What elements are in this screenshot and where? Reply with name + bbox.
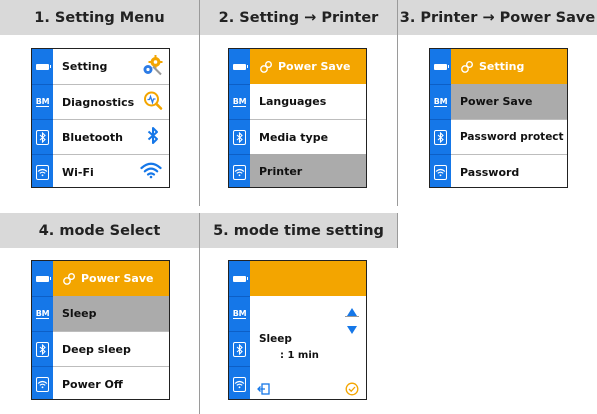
menu-item-power-off[interactable]: Power Off (53, 366, 169, 399)
menu-item-password[interactable]: Password (451, 154, 567, 187)
menu-item-label: Power Save (460, 95, 533, 108)
divider (397, 213, 398, 248)
bluetooth-status-icon (430, 119, 451, 154)
icon-rail: BM (430, 49, 451, 187)
value-up-button[interactable] (346, 302, 358, 316)
divider (397, 0, 398, 206)
wifi-status-icon (32, 154, 53, 187)
bm-icon: BM (229, 296, 250, 331)
menu-item-power-save[interactable]: Power Save (451, 84, 567, 119)
bm-icon: BM (32, 84, 53, 119)
menu-item-label: Setting (62, 60, 108, 73)
screen-mode-time: BM Sleep : 1 min (228, 260, 367, 400)
mode-label: Sleep (259, 333, 292, 345)
gear-icon (62, 272, 76, 286)
menu-item-label: Password (460, 165, 520, 179)
bluetooth-status-icon (229, 119, 250, 154)
arrow-divider (345, 316, 359, 317)
menu-item-label: Bluetooth (62, 130, 123, 144)
step4-header: 4. mode Select (0, 213, 199, 248)
menu-item-label: Diagnostics (62, 95, 135, 109)
wifi-icon (140, 162, 162, 182)
bm-icon: BM (430, 84, 451, 119)
mode-time-value: : 1 min (280, 350, 319, 361)
icon-rail: BM (229, 261, 250, 399)
menu-item-label: Media type (259, 130, 329, 144)
menu-item-printer[interactable]: Printer (250, 154, 366, 187)
menu-item-label: Sleep (62, 307, 97, 320)
step2-header: 2. Setting → Printer (200, 0, 397, 35)
battery-icon (229, 261, 250, 296)
menu-item-label: Wi-Fi (62, 165, 94, 179)
gear-icon (460, 60, 474, 74)
screen-title-bar (250, 261, 366, 296)
step1-header: 1. Setting Menu (0, 0, 199, 35)
menu-item-bluetooth[interactable]: Bluetooth (53, 119, 169, 154)
bluetooth-icon (147, 127, 159, 148)
value-down-button[interactable] (346, 320, 358, 334)
wifi-status-icon (430, 154, 451, 187)
bluetooth-status-icon (32, 331, 53, 366)
wifi-status-icon (229, 154, 250, 187)
step5-header: 5. mode time setting (200, 213, 397, 248)
back-icon[interactable] (257, 381, 271, 395)
menu-item-password-protect[interactable]: Password protect (451, 119, 567, 154)
screen-title: Power Save (81, 272, 154, 285)
screen-title-bar: Power Save (250, 49, 366, 84)
wifi-status-icon (32, 366, 53, 399)
bm-icon: BM (32, 296, 53, 331)
battery-icon (430, 49, 451, 84)
icon-rail: BM (32, 49, 53, 187)
menu-item-label: Deep sleep (62, 342, 131, 356)
menu-item-label: Password protect (460, 131, 564, 143)
battery-icon (229, 49, 250, 84)
divider (199, 213, 200, 414)
screen-title-bar: Power Save (53, 261, 169, 296)
menu-item-label: Power Off (62, 377, 123, 391)
menu-item-setting[interactable]: Setting (53, 49, 169, 84)
menu-item-sleep[interactable]: Sleep (53, 296, 169, 331)
gear-icon (259, 60, 273, 74)
bluetooth-status-icon (32, 119, 53, 154)
menu-item-languages[interactable]: Languages (250, 84, 366, 119)
menu-item-diagnostics[interactable]: Diagnostics (53, 84, 169, 119)
icon-rail: BM (32, 261, 53, 399)
wifi-status-icon (229, 366, 250, 399)
screen-setting-menu: BM Setting Diagnostics Bluetooth Wi-Fi (31, 48, 170, 188)
screen-mode-select: BM Power Save Sleep Deep sleep Power Off (31, 260, 170, 400)
screen-setting-printer: BM Power Save Languages Media type Print… (228, 48, 367, 188)
menu-item-deep-sleep[interactable]: Deep sleep (53, 331, 169, 366)
menu-item-wifi[interactable]: Wi-Fi (53, 154, 169, 187)
battery-icon (32, 261, 53, 296)
screen-title-bar: Setting (451, 49, 567, 84)
screen-title: Setting (479, 60, 525, 73)
screen-title: Power Save (278, 60, 351, 73)
divider (199, 0, 200, 206)
screen-printer-power-save: BM Setting Power Save Password protect P… (429, 48, 568, 188)
battery-icon (32, 49, 53, 84)
diagnostics-magnifier-icon (143, 91, 163, 114)
bm-icon: BM (229, 84, 250, 119)
menu-item-label: Printer (259, 165, 303, 178)
menu-item-label: Languages (259, 95, 327, 108)
bluetooth-status-icon (229, 331, 250, 366)
step3-header: 3. Printer → Power Save (398, 0, 597, 35)
confirm-check-icon[interactable] (345, 381, 359, 396)
menu-item-media-type[interactable]: Media type (250, 119, 366, 154)
icon-rail: BM (229, 49, 250, 187)
gears-icon (141, 54, 163, 79)
